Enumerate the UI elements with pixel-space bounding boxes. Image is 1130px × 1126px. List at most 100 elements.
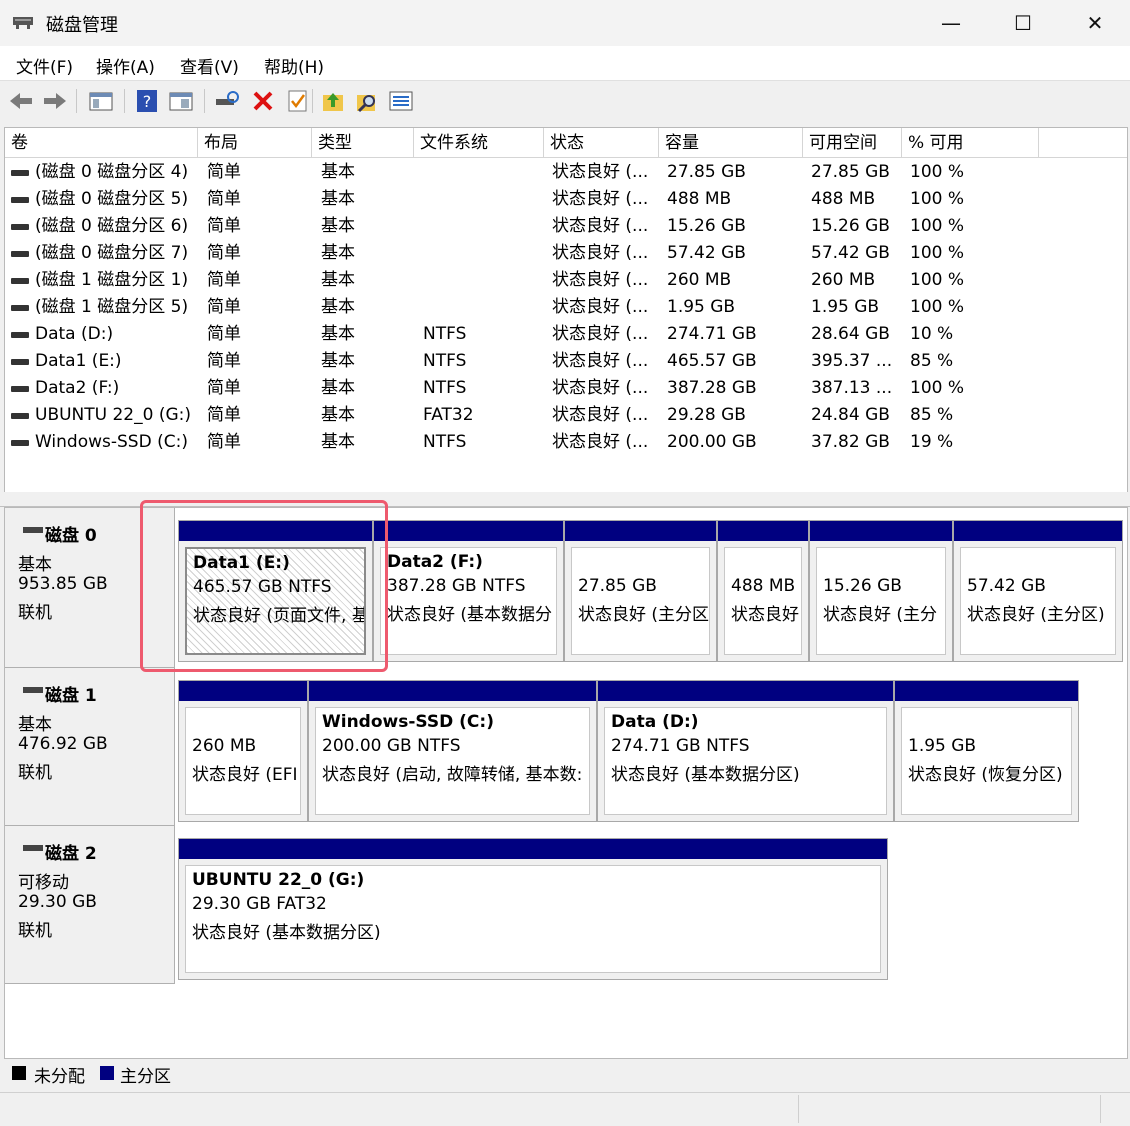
cell-volume: Windows-SSD (C:) xyxy=(35,432,188,452)
table-row[interactable]: Data (D:) 简单 基本 NTFS 状态良好 (... 274.71 GB 28.64… xyxy=(5,321,1127,348)
list-view-icon[interactable] xyxy=(388,88,414,114)
partition-header-bar xyxy=(895,681,1078,701)
cell-free-space: 387.13 ... xyxy=(811,378,893,398)
partition-status: 状态良好 (基本数据分区) xyxy=(192,923,381,943)
cell-capacity: 465.57 GB xyxy=(667,351,757,371)
column-header-percent-free[interactable]: % 可用 xyxy=(902,128,1039,158)
cell-type: 基本 xyxy=(321,351,355,371)
table-row[interactable]: (磁盘 0 磁盘分区 4) 简单 基本 状态良好 (... 27.85 GB 27.85 … xyxy=(5,159,1127,186)
cell-percent-free: 100 % xyxy=(910,162,965,182)
volume-icon xyxy=(11,224,29,230)
cell-percent-free: 100 % xyxy=(910,189,965,209)
cell-percent-free: 100 % xyxy=(910,243,965,263)
menu-action[interactable]: 操作(A) xyxy=(96,53,155,78)
column-header-capacity[interactable]: 容量 xyxy=(659,128,803,158)
connect-disk-icon[interactable] xyxy=(214,88,240,114)
partition-size: 29.30 GB FAT32 xyxy=(192,894,327,914)
check-icon[interactable] xyxy=(285,88,311,114)
cell-type: 基本 xyxy=(321,432,355,452)
partition-status: 状态良好 (主分区 xyxy=(578,605,710,625)
partition-disk0-part6[interactable]: 15.26 GB 状态良好 (主分 xyxy=(809,520,953,662)
disk-info[interactable]: 磁盘 1 基本 476.92 GB 联机 xyxy=(5,668,175,826)
menu-view[interactable]: 查看(V) xyxy=(180,53,239,78)
properties-icon[interactable] xyxy=(168,88,194,114)
table-row[interactable]: (磁盘 0 磁盘分区 7) 简单 基本 状态良好 (... 57.42 GB 57.42 … xyxy=(5,240,1127,267)
cell-status: 状态良好 (... xyxy=(552,162,649,182)
status-divider xyxy=(1100,1095,1101,1123)
column-header-volume[interactable]: 卷 xyxy=(5,128,198,158)
partition-body: 1.95 GB 状态良好 (恢复分区) xyxy=(901,707,1072,815)
cell-layout: 简单 xyxy=(207,162,241,182)
partition-size: 260 MB xyxy=(192,736,257,756)
table-row[interactable]: Data2 (F:) 简单 基本 NTFS 状态良好 (... 387.28 GB 387.… xyxy=(5,375,1127,402)
search-icon[interactable] xyxy=(354,88,380,114)
disk-management-app-icon xyxy=(13,17,33,29)
disk-row: 磁盘 2 可移动 29.30 GB 联机 UBUNTU 22_0 (G:) 29… xyxy=(5,826,1127,984)
menu-help[interactable]: 帮助(H) xyxy=(264,53,324,78)
partition-windows-ssd-c[interactable]: Windows-SSD (C:) 200.00 GB NTFS 状态良好 (启动… xyxy=(308,680,597,822)
table-row[interactable]: (磁盘 1 磁盘分区 5) 简单 基本 状态良好 (... 1.95 GB 1.95 GB… xyxy=(5,294,1127,321)
partition-ubuntu-g[interactable]: UBUNTU 22_0 (G:) 29.30 GB FAT32 状态良好 (基本… xyxy=(178,838,888,980)
maximize-button[interactable]: ☐ xyxy=(1000,6,1046,40)
cell-volume: (磁盘 0 磁盘分区 4) xyxy=(35,162,189,182)
column-header-filesystem[interactable]: 文件系统 xyxy=(414,128,544,158)
partition-body: Data (D:) 274.71 GB NTFS 状态良好 (基本数据分区) xyxy=(604,707,887,815)
cell-type: 基本 xyxy=(321,270,355,290)
cell-layout: 简单 xyxy=(207,405,241,425)
cell-status: 状态良好 (... xyxy=(552,270,649,290)
disk-name: 磁盘 1 xyxy=(45,686,97,706)
table-row[interactable]: Windows-SSD (C:) 简单 基本 NTFS 状态良好 (... 200.00 … xyxy=(5,429,1127,456)
column-header-layout[interactable]: 布局 xyxy=(198,128,312,158)
partition-data-d[interactable]: Data (D:) 274.71 GB NTFS 状态良好 (基本数据分区) xyxy=(597,680,894,822)
cell-volume: (磁盘 0 磁盘分区 5) xyxy=(35,189,189,209)
disk-size: 476.92 GB xyxy=(18,734,108,754)
menu-file[interactable]: 文件(F) xyxy=(16,53,73,78)
disk-state: 联机 xyxy=(18,603,52,623)
partition-body: 15.26 GB 状态良好 (主分 xyxy=(816,547,946,655)
toolbar-separator xyxy=(204,89,205,113)
table-row[interactable]: (磁盘 0 磁盘分区 6) 简单 基本 状态良好 (... 15.26 GB 15.26 … xyxy=(5,213,1127,240)
partition-disk0-part5[interactable]: 488 MB 状态良好 xyxy=(717,520,809,662)
show-hide-console-tree-icon[interactable] xyxy=(88,88,114,114)
close-button[interactable]: ✕ xyxy=(1072,6,1118,40)
toolbar: ? xyxy=(0,81,1130,121)
cell-filesystem: FAT32 xyxy=(423,405,474,425)
table-row[interactable]: Data1 (E:) 简单 基本 NTFS 状态良好 (... 465.57 GB 395.… xyxy=(5,348,1127,375)
cell-type: 基本 xyxy=(321,297,355,317)
cell-layout: 简单 xyxy=(207,270,241,290)
delete-icon[interactable] xyxy=(250,88,276,114)
partition-status: 状态良好 (恢复分区) xyxy=(908,765,1063,785)
disk-size: 953.85 GB xyxy=(18,574,108,594)
disk-drive-icon xyxy=(23,527,43,533)
back-icon[interactable] xyxy=(8,88,34,114)
volume-icon xyxy=(11,305,29,311)
partition-disk0-part4[interactable]: 27.85 GB 状态良好 (主分区 xyxy=(564,520,717,662)
table-row[interactable]: UBUNTU 22_0 (G:) 简单 基本 FAT32 状态良好 (... 29.28 … xyxy=(5,402,1127,429)
help-icon[interactable]: ? xyxy=(134,88,160,114)
column-header-free-space[interactable]: 可用空间 xyxy=(803,128,902,158)
cell-percent-free: 100 % xyxy=(910,270,965,290)
partition-disk1-part1[interactable]: 260 MB 状态良好 (EFI xyxy=(178,680,308,822)
partition-disk1-part5[interactable]: 1.95 GB 状态良好 (恢复分区) xyxy=(894,680,1079,822)
up-folder-icon[interactable] xyxy=(320,88,346,114)
partition-data2-f[interactable]: Data2 (F:) 387.28 GB NTFS 状态良好 (基本数据分 xyxy=(373,520,564,662)
column-header-type[interactable]: 类型 xyxy=(312,128,414,158)
partition-size: 274.71 GB NTFS xyxy=(611,736,750,756)
table-row[interactable]: (磁盘 0 磁盘分区 5) 简单 基本 状态良好 (... 488 MB 488 MB 10… xyxy=(5,186,1127,213)
disk-info[interactable]: 磁盘 2 可移动 29.30 GB 联机 xyxy=(5,826,175,984)
partition-size: 387.28 GB NTFS xyxy=(387,576,526,596)
volume-list[interactable]: 卷 布局 类型 文件系统 状态 容量 可用空间 % 可用 (磁盘 0 磁盘分区 … xyxy=(4,127,1128,494)
cell-status: 状态良好 (... xyxy=(552,243,649,263)
partition-header-bar xyxy=(954,521,1122,541)
column-header-status[interactable]: 状态 xyxy=(544,128,659,158)
table-row[interactable]: (磁盘 1 磁盘分区 1) 简单 基本 状态良好 (... 260 MB 260 MB 10… xyxy=(5,267,1127,294)
volume-icon xyxy=(11,332,29,338)
partition-disk0-part7[interactable]: 57.42 GB 状态良好 (主分区) xyxy=(953,520,1123,662)
minimize-button[interactable]: — xyxy=(928,6,974,40)
cell-volume: (磁盘 1 磁盘分区 1) xyxy=(35,270,189,290)
partition-status: 状态良好 (主分区) xyxy=(967,605,1105,625)
partition-size: 1.95 GB xyxy=(908,736,977,756)
partition-size: 57.42 GB xyxy=(967,576,1046,596)
forward-icon[interactable] xyxy=(42,88,68,114)
cell-filesystem: NTFS xyxy=(423,432,467,452)
